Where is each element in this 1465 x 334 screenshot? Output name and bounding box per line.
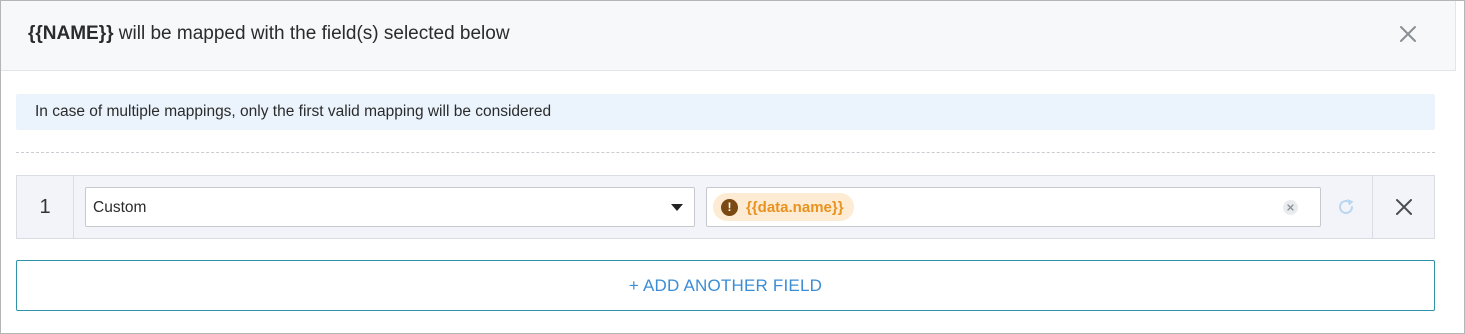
chevron-down-icon[interactable]	[671, 204, 683, 211]
info-text: In case of multiple mappings, only the f…	[35, 103, 552, 120]
source-type-value: Custom	[93, 199, 147, 216]
divider	[16, 152, 1435, 153]
refresh-icon[interactable]	[1335, 196, 1357, 218]
mapping-index: 1	[17, 176, 74, 238]
mapping-row: 1 Custom ! {{data.name}}	[16, 175, 1435, 239]
value-chip-label: {{data.name}}	[746, 198, 844, 216]
close-icon[interactable]	[1397, 23, 1419, 45]
remove-mapping-button[interactable]	[1372, 176, 1434, 238]
dialog-header: {{NAME}} will be mapped with the field(s…	[1, 1, 1456, 71]
add-another-field-button[interactable]: + ADD ANOTHER FIELD	[16, 260, 1435, 311]
title-variable: {{NAME}}	[28, 23, 114, 44]
close-icon	[1395, 199, 1412, 215]
info-banner: In case of multiple mappings, only the f…	[16, 94, 1435, 130]
source-type-select[interactable]: Custom	[85, 187, 695, 227]
mapping-value-input[interactable]: ! {{data.name}}	[706, 187, 1321, 227]
title-text: will be mapped with the field(s) selecte…	[113, 23, 510, 44]
field-mapping-dialog: {{NAME}} will be mapped with the field(s…	[0, 0, 1465, 334]
clear-value-icon[interactable]	[1283, 200, 1298, 215]
value-chip[interactable]: ! {{data.name}}	[713, 193, 854, 221]
exclamation-icon: !	[721, 198, 738, 216]
dialog-title: {{NAME}} will be mapped with the field(s…	[28, 23, 510, 45]
